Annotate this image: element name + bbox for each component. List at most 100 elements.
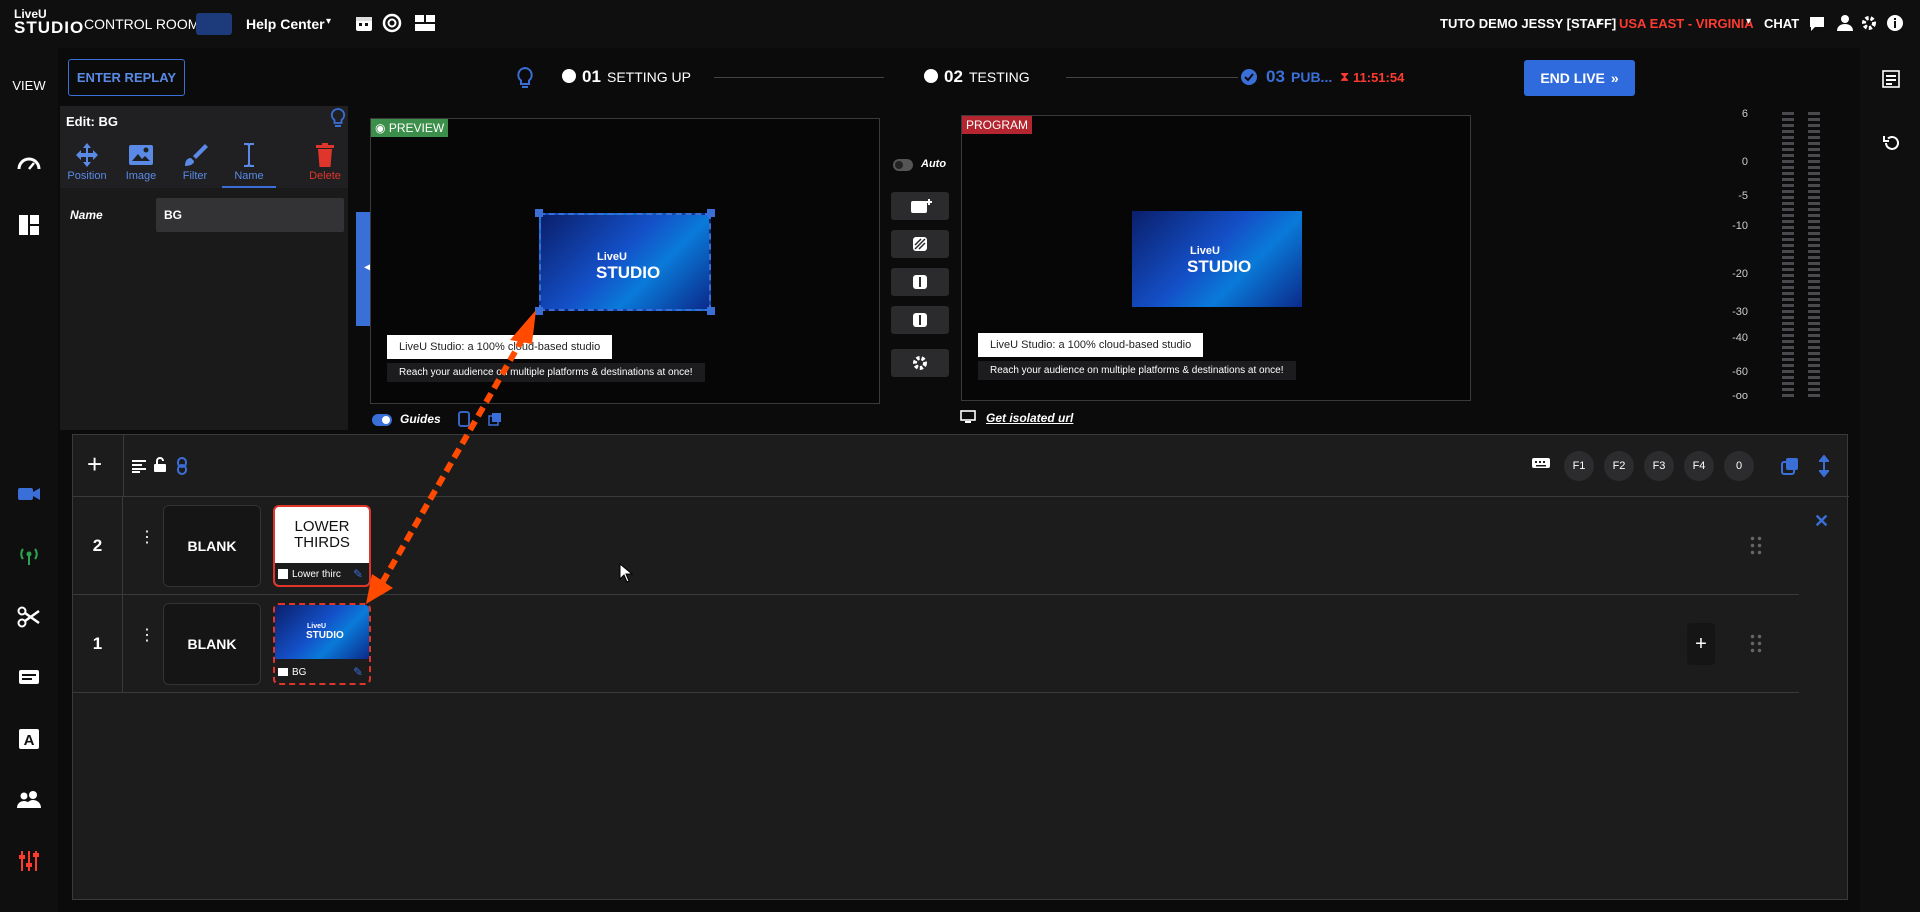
tool-delete[interactable]: Delete: [298, 138, 352, 188]
scene-row-2: 2 ⋮ BLANK LOWER THIRDS Lower thirc ✎: [73, 497, 1799, 595]
pencil-icon[interactable]: ✎: [353, 567, 363, 581]
blank-slot[interactable]: BLANK: [163, 505, 261, 587]
mobile-icon[interactable]: [458, 411, 470, 427]
cut-icon: [913, 275, 927, 289]
hotkey-f4[interactable]: F4: [1684, 451, 1714, 481]
preview-lower-third-subtitle: Reach your audience on multiple platform…: [387, 363, 705, 382]
step-1-dot: [562, 69, 576, 83]
lower-thirds-item-label: Lower thirc: [292, 568, 341, 580]
resize-handle[interactable]: [707, 209, 715, 217]
top-bar: LiveU STUDIO CONTROL ROOMS Help Center ▾…: [0, 0, 1920, 48]
step-1-label[interactable]: SETTING UP: [607, 69, 691, 85]
preview-monitor[interactable]: ◉ PREVIEW LiveU STUDIO LiveU Studio: a 1…: [370, 118, 880, 404]
add-scene-icon[interactable]: +: [87, 449, 102, 480]
unlock-icon[interactable]: [153, 457, 167, 473]
lightbulb-icon[interactable]: [330, 108, 346, 130]
add-layer-icon[interactable]: +: [1687, 623, 1715, 665]
close-icon[interactable]: ✕: [1814, 511, 1829, 532]
gear-icon[interactable]: [1860, 14, 1878, 32]
preview-tag: ◉ PREVIEW: [371, 119, 449, 137]
users-group-icon[interactable]: [16, 787, 42, 813]
broadcast-antenna-icon[interactable]: [16, 542, 42, 568]
name-input[interactable]: BG: [156, 198, 344, 232]
resize-handle[interactable]: [535, 209, 543, 217]
resize-handle[interactable]: [535, 307, 543, 315]
image-icon: [129, 145, 153, 165]
enter-replay-button[interactable]: ENTER REPLAY: [68, 59, 185, 96]
end-live-button[interactable]: END LIVE »: [1524, 60, 1635, 96]
lifebuoy-icon[interactable]: [382, 13, 402, 33]
panel-list-icon[interactable]: [1882, 70, 1900, 88]
double-chevron-right-icon: »: [1610, 70, 1619, 86]
hotkey-zero[interactable]: 0: [1724, 451, 1754, 481]
text-box-icon[interactable]: A: [16, 726, 42, 752]
tool-image[interactable]: Image: [114, 138, 168, 188]
pencil-icon[interactable]: ✎: [353, 665, 363, 679]
duplicate-icon[interactable]: [1781, 457, 1799, 475]
transition-mix-button[interactable]: [891, 230, 949, 258]
layout-grid-icon[interactable]: [16, 212, 42, 238]
dashboard-gauge-icon[interactable]: [16, 151, 42, 177]
tool-delete-label: Delete: [309, 170, 341, 182]
hotkey-f3[interactable]: F3: [1644, 451, 1674, 481]
meter-tick: -30: [1732, 306, 1748, 318]
bg-item[interactable]: LiveU STUDIO BG ✎: [273, 603, 371, 685]
preview-lower-third-title: LiveU Studio: a 100% cloud-based studio: [387, 335, 613, 359]
view-label[interactable]: VIEW: [0, 78, 58, 93]
transition-wipe-button[interactable]: [891, 306, 949, 334]
guides-label: Guides: [400, 412, 441, 426]
tool-position[interactable]: Position: [60, 138, 114, 188]
check-circle-icon: [1241, 69, 1257, 85]
sliders-icon[interactable]: [16, 848, 42, 874]
meter-tick: -60: [1732, 366, 1748, 378]
chat-bubble-icon[interactable]: [1808, 15, 1826, 33]
layout-icon[interactable]: [414, 14, 436, 32]
tool-filter[interactable]: Filter: [168, 138, 222, 188]
transition-settings-button[interactable]: [891, 349, 949, 377]
vertical-resize-icon[interactable]: [1819, 455, 1829, 477]
control-rooms-link[interactable]: CONTROL ROOMS: [84, 16, 209, 32]
liveu-studio-logo[interactable]: LiveU STUDIO: [14, 8, 83, 40]
preview-bg-layer[interactable]: LiveU STUDIO: [539, 213, 711, 311]
blank-slot[interactable]: BLANK: [163, 603, 261, 685]
auto-toggle[interactable]: [893, 159, 913, 171]
program-lower-third-title: LiveU Studio: a 100% cloud-based studio: [978, 333, 1204, 357]
resize-handle[interactable]: [707, 307, 715, 315]
keyboard-icon[interactable]: [1531, 456, 1551, 474]
hotkey-f2[interactable]: F2: [1604, 451, 1634, 481]
step-2-label[interactable]: TESTING: [969, 69, 1030, 85]
subtitles-icon[interactable]: [16, 665, 42, 691]
tool-name[interactable]: Name: [222, 138, 276, 188]
link-icon[interactable]: [177, 457, 187, 475]
align-left-icon[interactable]: [131, 459, 147, 473]
scissors-icon[interactable]: [16, 604, 42, 630]
drag-handle-icon[interactable]: [1749, 535, 1763, 557]
hotkey-f1[interactable]: F1: [1564, 451, 1594, 481]
copy-layers-icon[interactable]: [488, 412, 502, 426]
step-1-number: 01: [582, 67, 601, 86]
region-selector[interactable]: USA EAST - VIRGINIA: [1619, 16, 1754, 31]
calendar-icon[interactable]: [354, 13, 374, 33]
undo-history-icon[interactable]: [1882, 134, 1900, 152]
camera-icon[interactable]: [16, 481, 42, 507]
info-icon[interactable]: [1886, 14, 1904, 32]
chat-button[interactable]: CHAT: [1764, 16, 1799, 31]
row-menu-icon[interactable]: ⋮: [139, 628, 155, 644]
transition-cut-button[interactable]: [891, 268, 949, 296]
room-name-dropdown[interactable]: Help Center: [246, 16, 325, 32]
lower-thirds-item[interactable]: LOWER THIRDS Lower thirc ✎: [273, 505, 371, 587]
drag-handle-icon[interactable]: [1749, 633, 1763, 655]
user-menu[interactable]: TUTO DEMO JESSY [STAFF]: [1440, 16, 1616, 31]
wipe-icon: [913, 313, 927, 327]
step-3-label[interactable]: PUB...: [1291, 69, 1332, 85]
lightbulb-icon[interactable]: [516, 66, 534, 90]
brush-icon: [185, 144, 208, 166]
row-menu-icon[interactable]: ⋮: [139, 530, 155, 546]
get-isolated-url-link[interactable]: Get isolated url: [986, 411, 1073, 425]
program-monitor[interactable]: PROGRAM LiveU STUDIO LiveU Studio: a 100…: [961, 115, 1471, 401]
guides-toggle[interactable]: [372, 414, 392, 426]
add-media-button[interactable]: [891, 192, 949, 220]
scene-toolbar: + F1 F2 F3 F4 0: [73, 435, 1849, 497]
edit-panel: Edit: BG Position Image Filter Name Dele…: [60, 106, 348, 430]
user-icon[interactable]: [1836, 14, 1854, 32]
